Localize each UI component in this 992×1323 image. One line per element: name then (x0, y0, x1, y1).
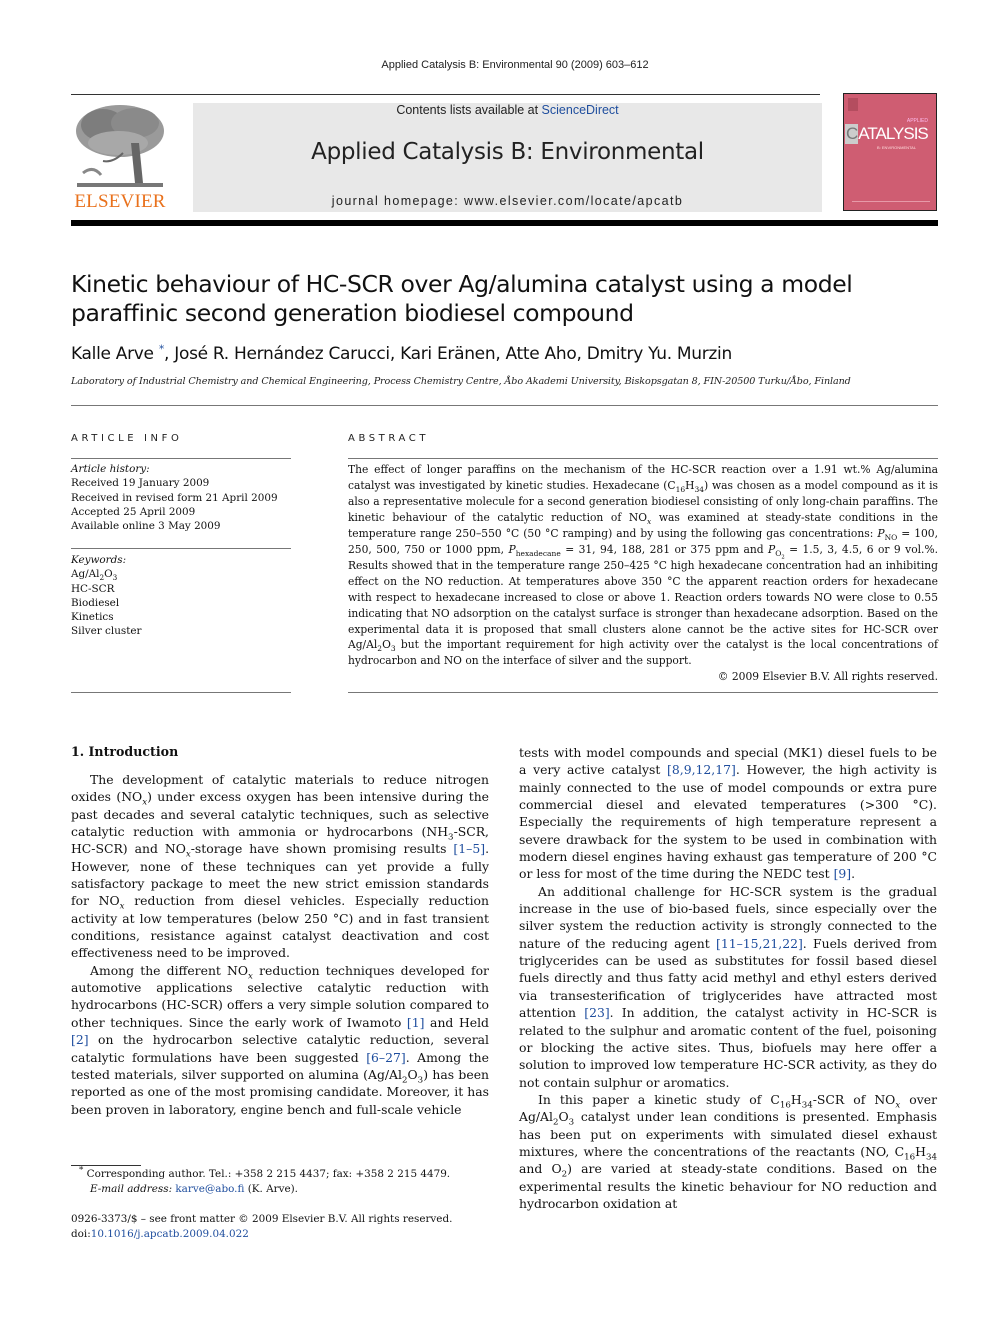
cover-subtitle: B: ENVIRONMENTAL (877, 145, 917, 150)
cover-title-initial: C (845, 124, 858, 144)
elsevier-logo[interactable]: ELSEVIER (70, 103, 170, 213)
reference-link[interactable]: [2] (71, 1032, 89, 1047)
cover-footer (852, 197, 930, 202)
paragraph: Among the different NOx reduction techni… (71, 962, 490, 1117)
history-item: Received in revised form 21 April 2009 (71, 491, 278, 504)
abstract-bottom-rule (348, 692, 938, 693)
keyword-item: Biodiesel (71, 596, 120, 609)
journal-homepage[interactable]: journal homepage: www.elsevier.com/locat… (193, 194, 822, 208)
sciencedirect-link[interactable]: ScienceDirect (542, 103, 619, 117)
article-history: Article history: Received 19 January 200… (71, 462, 296, 533)
cover-title-rest: ATALYSIS (858, 124, 928, 143)
elsevier-wordmark: ELSEVIER (74, 191, 166, 212)
article-title: Kinetic behaviour of HC-SCR over Ag/alum… (71, 270, 931, 328)
keywords-rule (71, 548, 291, 549)
history-item: Accepted 25 April 2009 (71, 505, 196, 518)
author-list: Kalle Arve *, José R. Hernández Carucci,… (71, 342, 733, 364)
front-matter: 0926-3373/$ – see front matter © 2009 El… (71, 1213, 453, 1240)
front-matter-text: 0926-3373/$ – see front matter © 2009 El… (71, 1213, 453, 1225)
author: Kari Eränen (400, 344, 496, 364)
email-link[interactable]: karve@abo.fi (175, 1183, 244, 1195)
contents-line: Contents lists available at ScienceDirec… (193, 103, 822, 117)
article-info-bottom-rule (71, 692, 291, 693)
author: Dmitry Yu. Murzin (586, 344, 733, 364)
history-item: Available online 3 May 2009 (71, 520, 221, 533)
keyword-item: HC-SCR (71, 582, 115, 595)
journal-cover[interactable]: APPLIED CATALYSIS B: ENVIRONMENTAL (843, 93, 937, 211)
corresponding-author-footnote: * Corresponding author. Tel.: +358 2 215… (79, 1165, 451, 1195)
abstract-rule (348, 458, 938, 459)
article-info-rule (71, 458, 291, 459)
abstract-copyright: © 2009 Elsevier B.V. All rights reserved… (717, 670, 938, 684)
affiliation-rule (71, 405, 938, 406)
cover-publisher-mark (848, 98, 858, 111)
contents-prefix: Contents lists available at (396, 103, 542, 117)
body-column-left: The development of catalytic materials t… (71, 762, 489, 1118)
article-title-line-1: Kinetic behaviour of HC-SCR over Ag/alum… (71, 270, 853, 298)
keyword-item: Kinetics (71, 611, 114, 624)
corresponding-author-mark[interactable]: * (159, 342, 165, 355)
reference-link[interactable]: [9] (834, 866, 852, 881)
article-info-heading: ARTICLE INFO (71, 433, 183, 444)
journal-title: Applied Catalysis B: Environmental (311, 139, 704, 165)
abstract-text: The effect of longer paraffins on the me… (348, 463, 939, 684)
section-heading-introduction: 1. Introduction (71, 744, 179, 759)
history-label: Article history: (71, 463, 150, 475)
cover-title: CATALYSIS (845, 124, 929, 144)
journal-citation: Applied Catalysis B: Environmental 90 (2… (381, 59, 649, 71)
keywords-label: Keywords: (71, 554, 127, 566)
reference-link[interactable]: [1] (407, 1015, 425, 1030)
doi-link[interactable]: 10.1016/j.apcatb.2009.04.022 (91, 1228, 249, 1240)
reference-link[interactable]: [8,9,12,17] (667, 762, 736, 777)
reference-link[interactable]: [11–15,21,22] (716, 936, 803, 951)
keywords: Keywords: Ag/Al2O3 HC-SCR Biodiesel Kine… (71, 553, 296, 639)
article-title-line-2: paraffinic second generation biodiesel c… (71, 299, 634, 327)
paragraph: In this paper a kinetic study of C16H34-… (519, 1091, 938, 1211)
abstract-heading: ABSTRACT (348, 433, 430, 444)
history-item: Received 19 January 2009 (71, 477, 210, 490)
author: Kalle Arve (71, 344, 154, 364)
reference-link[interactable]: [23] (584, 1005, 609, 1020)
keyword-item: Ag/Al2O3 (71, 568, 118, 583)
reference-link[interactable]: [6–27] (366, 1050, 406, 1065)
author: Atte Aho (505, 344, 577, 364)
paragraph: The development of catalytic materials t… (71, 772, 490, 961)
journal-banner: Contents lists available at ScienceDirec… (193, 103, 822, 212)
paragraph: tests with model compounds and special (… (519, 745, 937, 882)
reference-link[interactable]: [1–5] (453, 841, 485, 856)
paragraph: An additional challenge for HC-SCR syste… (519, 883, 938, 1090)
header-thick-rule (71, 220, 938, 226)
body-column-right: tests with model compounds and special (… (519, 744, 937, 1212)
affiliation: Laboratory of Industrial Chemistry and C… (71, 376, 851, 387)
header-rule (71, 94, 820, 95)
tree-icon (76, 105, 164, 187)
author: José R. Hernández Carucci (174, 344, 390, 364)
keyword-item: Silver cluster (71, 625, 142, 638)
